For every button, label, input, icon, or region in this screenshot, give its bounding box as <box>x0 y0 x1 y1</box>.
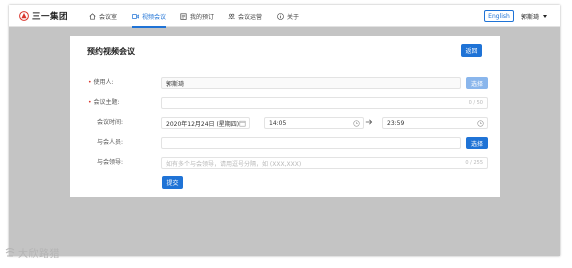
nav-tab-label: 视频会议 <box>142 13 167 21</box>
leaders-char-counter: 0 / 255 <box>465 160 483 166</box>
arrow-right-icon <box>365 118 373 126</box>
attendees-select-button[interactable]: 选择 <box>466 137 488 149</box>
nav-tab-label: 关于 <box>287 13 300 21</box>
nav-tab-video-meeting[interactable]: 视频会议 <box>132 5 167 28</box>
user-select-button[interactable]: 选择 <box>466 77 488 89</box>
page-title: 预约视频会议 <box>87 47 135 56</box>
calendar-icon <box>180 12 187 20</box>
nav-tab-about[interactable]: 关于 <box>277 5 299 27</box>
required-mark: • <box>88 79 92 86</box>
nav-tab-label: 会议室 <box>99 13 118 21</box>
caret-down-icon <box>543 14 548 18</box>
company-logo[interactable]: 三一集团 <box>19 10 68 22</box>
leaders-placeholder: 如有多个与会领导，请用逗号分隔，如 (XXX,XXX) <box>166 160 302 168</box>
subject-input[interactable]: 0 / 50 <box>161 97 488 109</box>
subject-label: • 会议主题: <box>88 99 120 106</box>
attendees-label: 与会人员: <box>97 139 124 146</box>
watermark-logo-icon <box>4 247 16 259</box>
user-label: • 使用人: <box>88 79 114 86</box>
nav-tab-my-bookings[interactable]: 我的预订 <box>180 5 214 27</box>
user-name: 郭斯琦 <box>521 13 540 21</box>
nav-tab-operations[interactable]: 会议运营 <box>228 5 262 27</box>
watermark-text: 大欣路猎 <box>18 249 60 260</box>
end-time-picker[interactable]: 23:59 <box>382 117 488 129</box>
booking-form-panel: 预约视频会议 返回 • 使用人: 郭斯琦 选择 • 会议主题: 0 / 50 会议时… <box>70 36 500 197</box>
clock-icon <box>477 120 484 127</box>
sany-logo-icon <box>19 11 29 21</box>
top-navigation-bar: 三一集团 会议室 视频会议 我的预订 会议运营 关于 English 郭斯琦 <box>9 5 560 28</box>
user-menu[interactable]: 郭斯琦 <box>521 10 548 22</box>
time-label: 会议时间: <box>97 119 124 126</box>
required-mark: • <box>88 99 92 106</box>
nav-tab-meeting-room[interactable]: 会议室 <box>89 5 117 27</box>
subject-char-counter: 0 / 50 <box>468 100 483 106</box>
leaders-label: 与会领导: <box>97 159 124 166</box>
calendar-icon <box>239 120 246 127</box>
video-icon <box>132 13 139 20</box>
active-tab-indicator <box>132 26 167 28</box>
users-icon <box>228 13 235 20</box>
date-picker[interactable]: 2020年12月24日 (星期四) <box>161 117 250 129</box>
start-time-picker[interactable]: 14:05 <box>264 117 364 129</box>
clock-icon <box>353 120 360 127</box>
app-window: 三一集团 会议室 视频会议 我的预订 会议运营 关于 English 郭斯琦 预… <box>9 5 560 256</box>
company-name: 三一集团 <box>32 12 69 22</box>
home-icon <box>89 12 96 20</box>
user-input[interactable]: 郭斯琦 <box>161 77 461 89</box>
submit-button[interactable]: 提交 <box>162 176 183 189</box>
nav-tab-label: 我的预订 <box>190 13 215 21</box>
nav-tab-label: 会议运营 <box>238 13 263 21</box>
back-button[interactable]: 返回 <box>461 44 482 57</box>
watermark: 大欣路猎 <box>4 245 60 260</box>
attendees-input[interactable] <box>161 137 461 149</box>
language-toggle-button[interactable]: English <box>484 10 514 22</box>
info-icon <box>277 12 284 20</box>
leaders-input[interactable]: 如有多个与会领导，请用逗号分隔，如 (XXX,XXX) 0 / 255 <box>161 157 488 169</box>
